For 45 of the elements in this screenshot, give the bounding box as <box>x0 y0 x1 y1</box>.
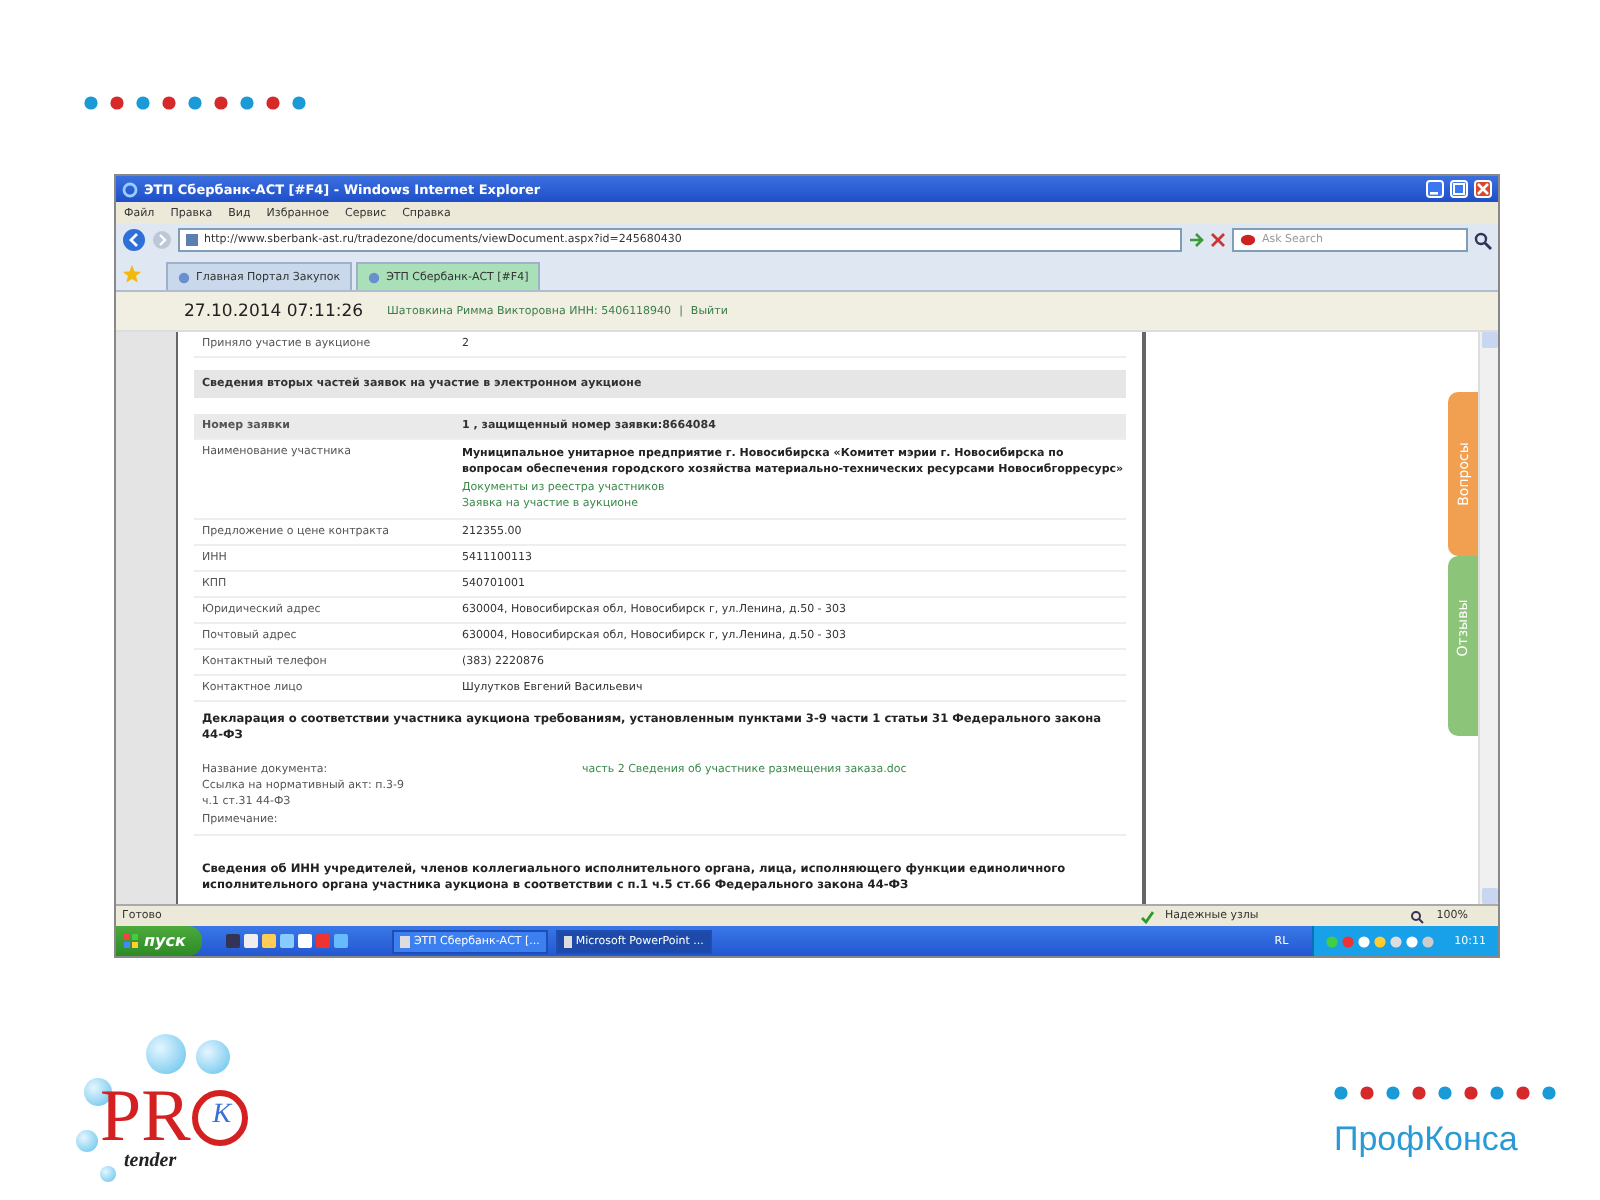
forward-button[interactable] <box>152 230 172 250</box>
dot-icon <box>1464 1086 1478 1100</box>
tab-icon <box>178 271 190 283</box>
back-button[interactable] <box>122 228 146 252</box>
check-icon <box>1139 909 1153 923</box>
dot-icon <box>266 96 280 110</box>
maximize-icon <box>1452 182 1466 196</box>
logo-tagline: tender <box>124 1150 177 1172</box>
maximize-button[interactable] <box>1450 180 1468 198</box>
start-button[interactable]: пуск <box>116 926 202 956</box>
dot-icon <box>1360 1086 1374 1100</box>
dot-icon <box>1334 1086 1348 1100</box>
scrollbar[interactable] <box>1478 332 1498 904</box>
browser-logo-icon <box>122 181 138 197</box>
dot-icon <box>240 96 254 110</box>
logo-mark: K <box>192 1089 249 1145</box>
refresh-button[interactable] <box>1188 232 1204 248</box>
footer-text: ПрофКонса <box>1334 1120 1518 1160</box>
dot-icon <box>292 96 306 110</box>
dot-icon <box>188 96 202 110</box>
dot-icon <box>1438 1086 1452 1100</box>
dot-icon <box>1516 1086 1530 1100</box>
zoom-icon <box>1410 909 1425 923</box>
dot-icon <box>1542 1086 1556 1100</box>
tab-icon <box>368 271 381 283</box>
close-button[interactable] <box>1474 180 1492 198</box>
search-icon[interactable] <box>1474 231 1492 249</box>
close-icon <box>1476 182 1490 196</box>
dot-icon <box>84 96 98 110</box>
dot-icon <box>136 96 150 110</box>
page-icon <box>186 234 198 246</box>
dot-icon <box>162 96 176 110</box>
search-engine-icon <box>1240 234 1256 246</box>
dot-icon <box>1386 1086 1400 1100</box>
app-icon <box>399 935 410 947</box>
minimize-button[interactable] <box>1426 180 1444 198</box>
date-time: 27.10.2014 07:11:26 <box>184 301 364 321</box>
dot-icon <box>1490 1086 1504 1100</box>
dot-icon <box>1412 1086 1426 1100</box>
stop-button[interactable] <box>1210 232 1226 248</box>
windows-flag-icon <box>124 934 138 948</box>
dot-icon <box>214 96 228 110</box>
dot-icon <box>110 96 124 110</box>
logo-text: PR <box>100 1080 191 1154</box>
app-icon <box>563 935 572 947</box>
